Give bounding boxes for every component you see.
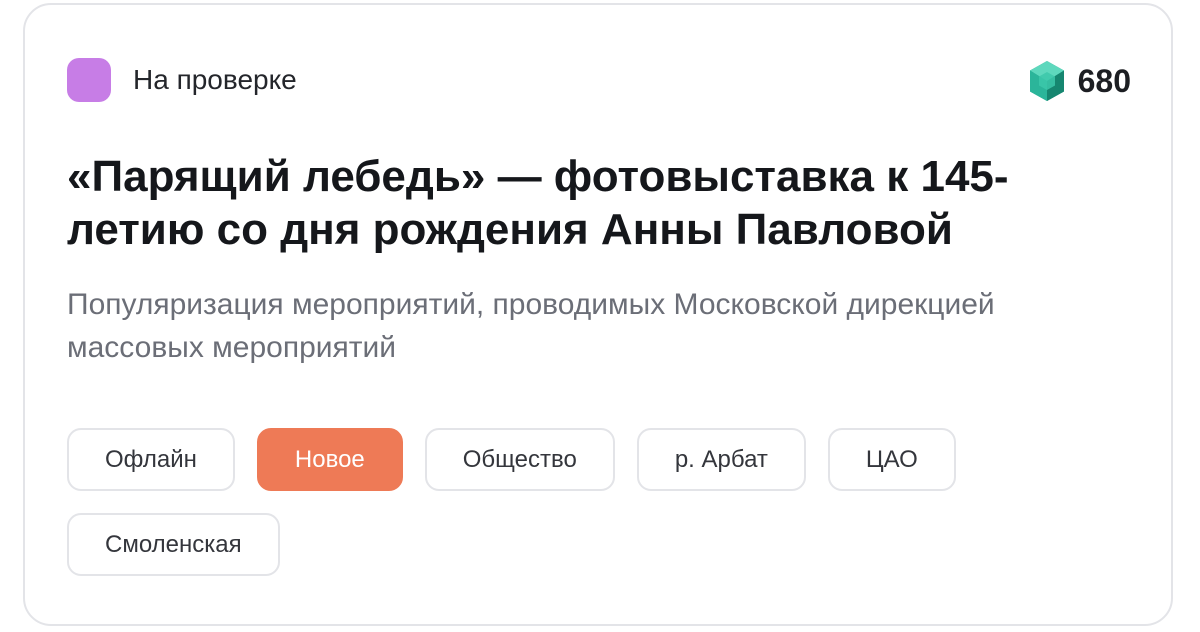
tag-society[interactable]: Общество [424, 428, 615, 491]
tag-smolenskaya[interactable]: Смоленская [67, 513, 280, 576]
tag-arbat-district[interactable]: р. Арбат [636, 428, 806, 491]
points-badge: 680 [1028, 60, 1131, 102]
tag-offline[interactable]: Офлайн [67, 428, 235, 491]
tag-new[interactable]: Новое [256, 428, 403, 491]
tag-cao[interactable]: ЦАО [827, 428, 956, 491]
points-value: 680 [1077, 62, 1131, 99]
gem-icon [1029, 61, 1064, 101]
event-card[interactable]: На проверке 680 «Парящий лебедь» — фотов… [23, 3, 1173, 626]
event-subtitle: Популяризация мероприятий, проводимых Мо… [67, 288, 995, 364]
status-label: На проверке [133, 64, 297, 95]
event-title: «Парящий лебедь» — фотовыставка к 145-ле… [67, 152, 1009, 254]
status-dot [67, 58, 111, 102]
status-indicator: На проверке [67, 58, 297, 102]
tag-list: Офлайн Новое Общество р. Арбат ЦАО Смоле… [67, 428, 1127, 576]
